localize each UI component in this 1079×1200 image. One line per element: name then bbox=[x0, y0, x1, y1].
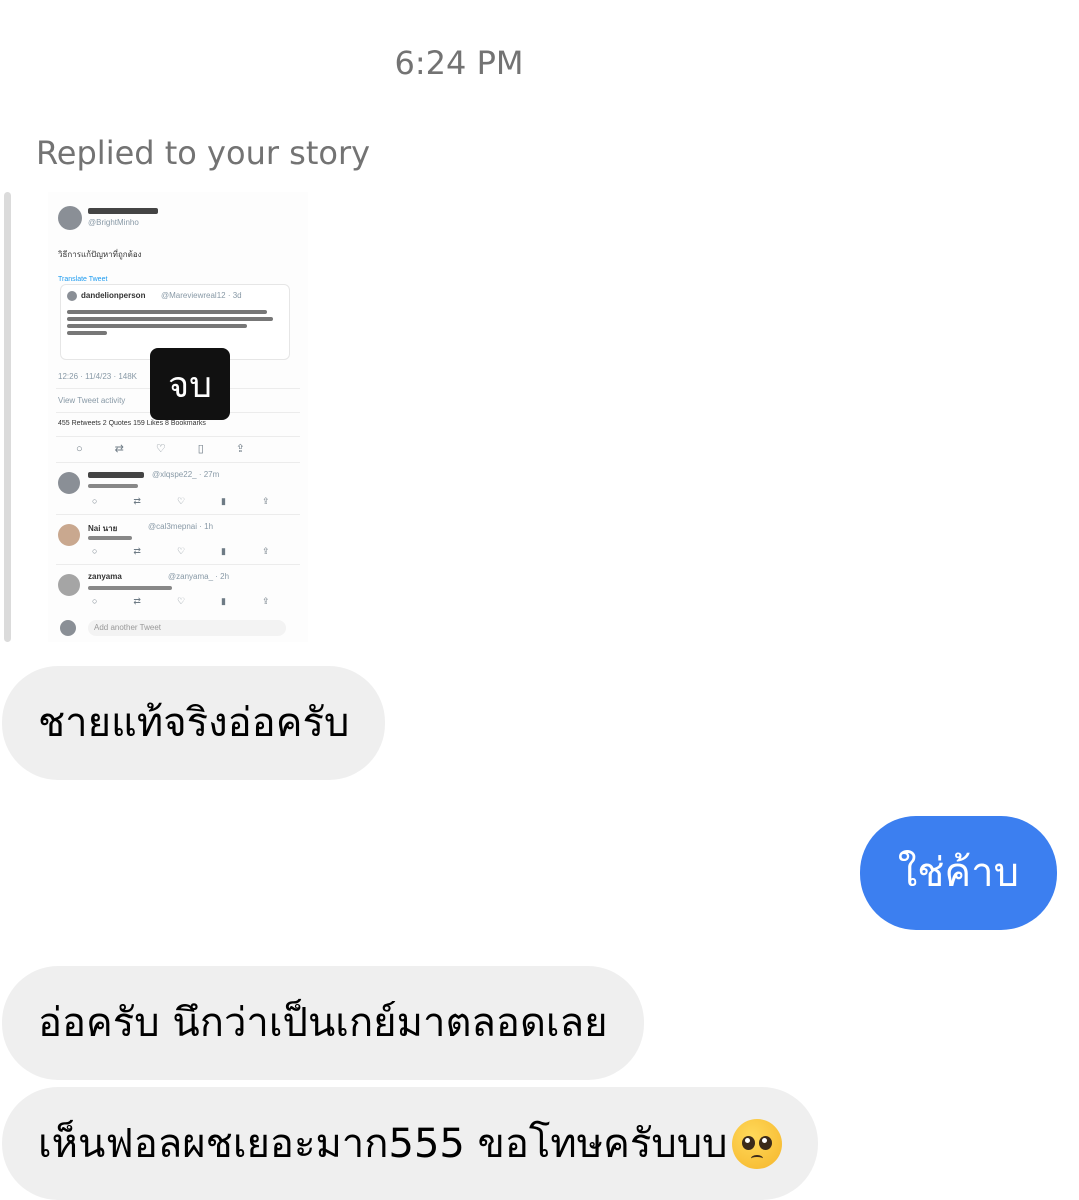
message-text: ชายแท้จริงอ่อครับ bbox=[38, 700, 350, 746]
add-tweet-input: Add another Tweet bbox=[88, 620, 286, 636]
story-overlay-text: จบ bbox=[150, 348, 230, 420]
reply-2-avatar bbox=[58, 524, 80, 546]
message-text: เห็นฟอลผชเยอะมาก555 ขอโทษครับบบ bbox=[38, 1120, 728, 1167]
reply-3-actions: ○⇄♡▮⇪ bbox=[92, 596, 306, 606]
reply-2-name: Nai นาย bbox=[88, 524, 118, 533]
reply-1-avatar bbox=[58, 472, 80, 494]
reply-3-avatar bbox=[58, 574, 80, 596]
tweet-stats: 455 Retweets 2 Quotes 159 Likes 8 Bookma… bbox=[58, 420, 206, 427]
message-text: อ่อครับ นึกว่าเป็นเกย์มาตลอดเลย bbox=[38, 1000, 608, 1046]
message-bubble-incoming[interactable]: ชายแท้จริงอ่อครับ bbox=[2, 666, 386, 780]
pleading-face-icon bbox=[731, 1118, 782, 1169]
reply-2-handle: @cal3mepnai · 1h bbox=[148, 522, 214, 531]
message-text: ใช่ค้าบ bbox=[897, 850, 1019, 896]
story-thumbnail[interactable]: @BrightMinho วิธีการแก้ปัญหาที่ถูกต้อง T… bbox=[48, 192, 308, 642]
translate-link: Translate Tweet bbox=[58, 276, 108, 283]
tweet-author-handle: @BrightMinho bbox=[88, 218, 139, 227]
message-bubble-incoming[interactable]: เห็นฟอลผชเยอะมาก555 ขอโทษครับบบ bbox=[2, 1087, 818, 1200]
reply-1-handle: @xlqspe22_ · 27m bbox=[152, 470, 220, 479]
reply-2-actions: ○⇄♡▮⇪ bbox=[92, 546, 306, 556]
tweet-author-name-redacted bbox=[88, 208, 158, 214]
tweet-body: วิธีการแก้ปัญหาที่ถูกต้อง bbox=[58, 250, 142, 259]
quoted-avatar bbox=[67, 291, 77, 301]
reply-context-label: Replied to your story bbox=[36, 134, 371, 172]
message-timestamp: 6:24 PM bbox=[394, 44, 524, 82]
reply-1-actions: ○⇄♡▮⇪ bbox=[92, 496, 306, 506]
tweet-meta: 12:26 · 11/4/23 · 148K bbox=[58, 372, 138, 381]
tweet-action-icons: ○⇄♡▯⇪ bbox=[76, 443, 277, 455]
reply-3-handle: @zanyama_ · 2h bbox=[168, 572, 230, 581]
quoted-handle: @Mareviewreal12 · 3d bbox=[161, 291, 242, 300]
quoted-text-lines bbox=[67, 307, 277, 338]
reply-1-name-redacted bbox=[88, 472, 144, 478]
story-reply-bar bbox=[4, 192, 11, 642]
tweet-activity-link: View Tweet activity bbox=[58, 396, 126, 405]
quoted-author: dandelionperson bbox=[81, 291, 146, 300]
message-bubble-incoming[interactable]: อ่อครับ นึกว่าเป็นเกย์มาตลอดเลย bbox=[2, 966, 644, 1080]
reply-3-name: zanyama bbox=[88, 572, 122, 581]
message-bubble-outgoing[interactable]: ใช่ค้าบ bbox=[859, 816, 1057, 930]
tweet-author-avatar bbox=[58, 206, 82, 230]
add-tweet-avatar bbox=[60, 620, 76, 636]
